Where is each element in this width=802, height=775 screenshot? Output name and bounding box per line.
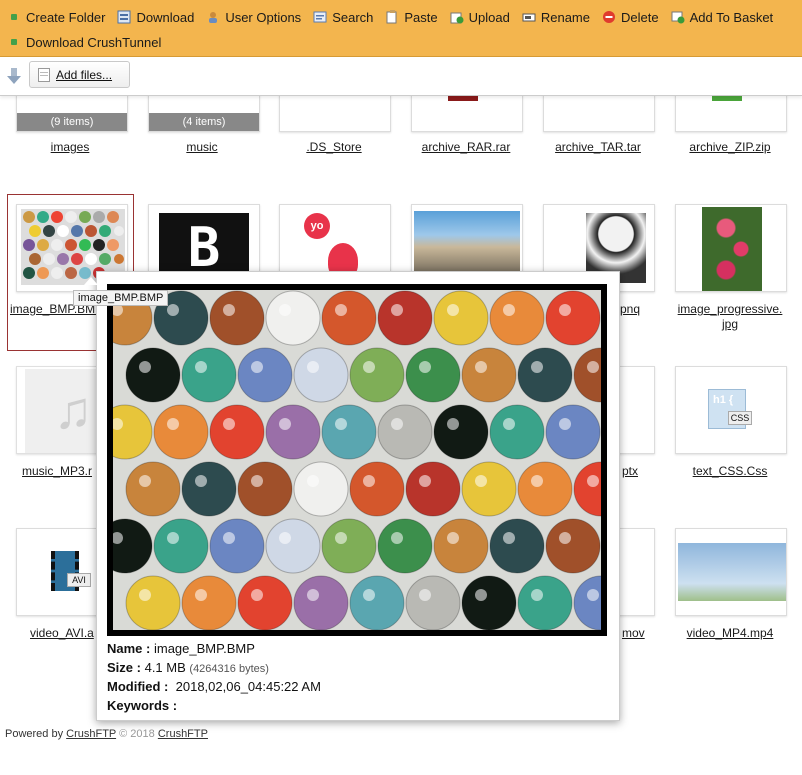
add-files-button[interactable]: Add files... [29, 61, 130, 88]
download-button[interactable]: Download [116, 9, 194, 25]
file-preview-popup: Name : image_BMP.BMP Size : 4.1 MB (4264… [96, 271, 620, 721]
crushftp-link[interactable]: CrushFTP [158, 728, 208, 740]
paste-button[interactable]: Paste [384, 9, 438, 25]
sea-arch-photo [414, 211, 520, 271]
button-label: User Options [225, 9, 302, 25]
search-icon [312, 9, 328, 25]
user-options-icon [205, 9, 221, 25]
file-name[interactable]: video_MP4.mp4 [660, 626, 800, 641]
button-label: Create Folder [26, 9, 106, 25]
item-count: (4 items) [149, 113, 259, 131]
file-name[interactable]: image_progressive. jpg [660, 302, 800, 332]
button-label: Download [136, 9, 195, 25]
button-label: Add To Basket [689, 9, 774, 25]
button-label: Paste [404, 9, 438, 25]
rename-button[interactable]: Rename [521, 9, 590, 25]
main-toolbar: Create Folder Download User Options Sear… [0, 0, 802, 57]
item-count: (9 items) [17, 113, 127, 131]
doc-thumb-css[interactable]: h1 { CSS [675, 366, 787, 454]
meta-size-row: Size : 4.1 MB (4264316 bytes) [107, 659, 269, 675]
search-button[interactable]: Search [312, 9, 373, 25]
meta-keywords-row: Keywords : [107, 697, 178, 713]
file-name[interactable]: .DS_Store [264, 140, 404, 155]
create-folder-button[interactable]: Create Folder [6, 9, 105, 25]
upload-button[interactable]: Upload [449, 9, 510, 25]
video-thumb-mp4[interactable] [675, 528, 787, 616]
button-label: Search [332, 9, 374, 25]
meta-name-row: Name : image_BMP.BMP [107, 641, 255, 656]
delete-button[interactable]: Delete [601, 9, 659, 25]
download-icon [116, 9, 132, 25]
toolbar-row: Download CrushTunnel [6, 31, 172, 53]
paste-icon [384, 9, 400, 25]
rename-icon [521, 9, 537, 25]
green-square-icon [6, 9, 22, 25]
marbles-preview-image [113, 290, 601, 630]
delete-icon [601, 9, 617, 25]
toolbar-row: Create Folder Download User Options Sear… [6, 6, 784, 28]
speech-bubble-icon: yo [304, 213, 330, 239]
css-badge-icon: CSS [728, 411, 752, 425]
flower-photo [702, 207, 762, 291]
file-name[interactable]: archive_TAR.tar [528, 140, 668, 155]
crushftp-link[interactable]: CrushFTP [66, 728, 116, 740]
file-name[interactable]: music_MP3.r [22, 464, 102, 479]
avi-badge-icon: AVI [67, 573, 91, 587]
marbles-image-icon [113, 290, 601, 630]
button-label: Delete [620, 9, 659, 25]
file-name[interactable]: archive_RAR.rar [396, 140, 536, 155]
basket-icon [670, 9, 686, 25]
add-to-basket-button[interactable]: Add To Basket [670, 9, 774, 25]
green-square-icon [6, 34, 22, 50]
user-options-button[interactable]: User Options [205, 9, 301, 25]
sky-photo [678, 543, 786, 601]
meta-modified-row: Modified : 2018,02,06_04:45:22 AM [107, 679, 321, 694]
file-name[interactable]: images [0, 140, 140, 155]
collapse-arrow-icon[interactable] [6, 67, 22, 85]
upload-bar: Add files... [0, 57, 802, 96]
button-label: Rename [540, 9, 590, 25]
preview-image-frame [107, 284, 607, 636]
file-name[interactable]: music [132, 140, 272, 155]
upload-icon [449, 9, 465, 25]
file-tooltip: image_BMP.BMP [73, 290, 169, 306]
file-name[interactable]: text_CSS.Css [660, 464, 800, 479]
footer: Powered by CrushFTP © 2018 CrushFTP [5, 728, 208, 740]
file-icon [38, 67, 50, 82]
tooltip-arrow [84, 277, 98, 285]
add-files-label: Add files... [56, 67, 113, 82]
file-name[interactable]: archive_ZIP.zip [660, 140, 800, 155]
image-thumb-progressive[interactable] [675, 204, 787, 292]
download-crushtunnel-button[interactable]: Download CrushTunnel [6, 34, 161, 50]
button-label: Upload [468, 9, 510, 25]
button-label: Download CrushTunnel [26, 34, 162, 50]
file-metadata: Name : image_BMP.BMP Size : 4.1 MB (4264… [107, 640, 321, 715]
